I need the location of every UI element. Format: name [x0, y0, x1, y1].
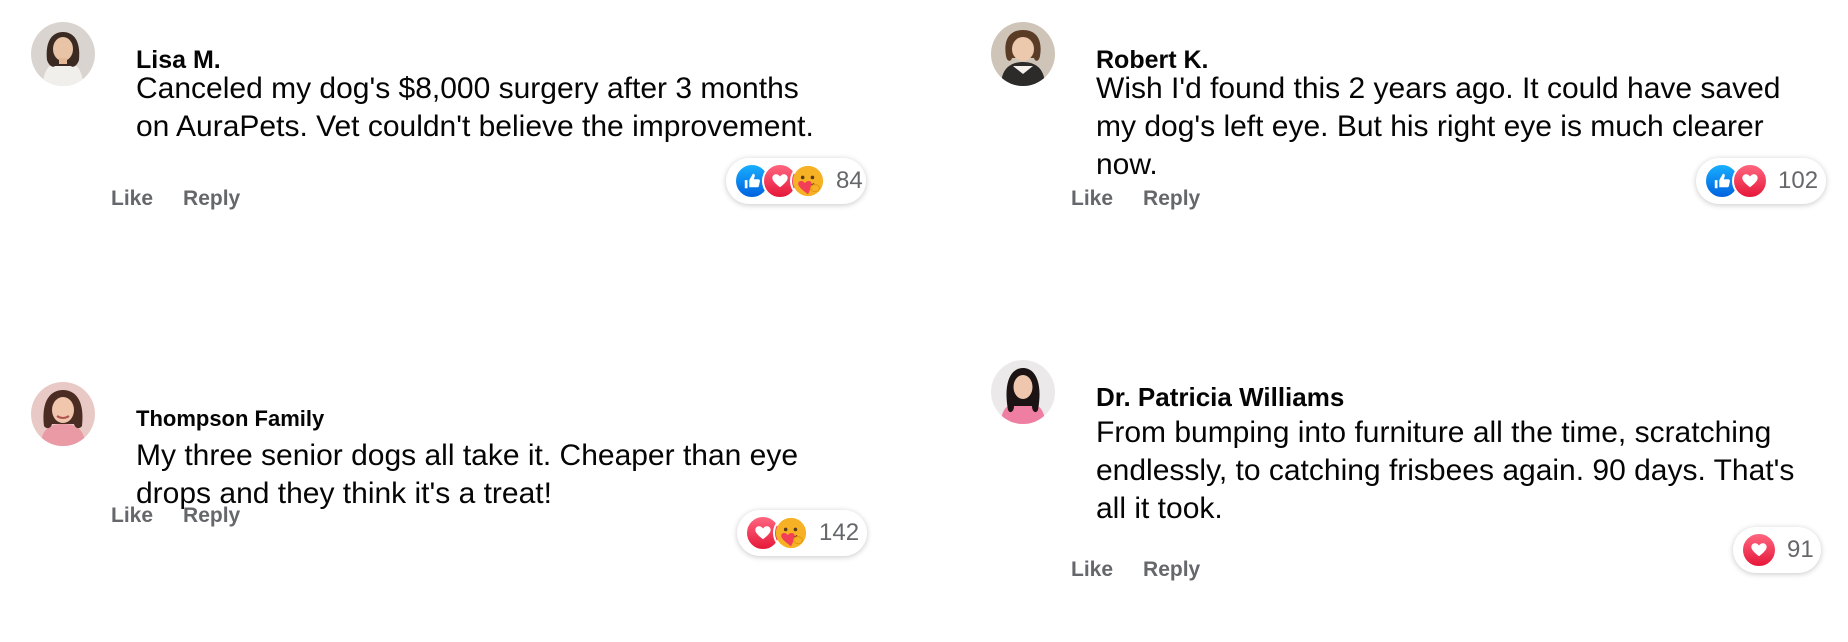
comment-thompson: Thompson Family My three senior dogs all…	[31, 382, 871, 642]
reaction-count: 91	[1787, 536, 1814, 563]
comment-text: Canceled my dog's $8,000 surgery after 3…	[136, 72, 814, 143]
reaction-icons	[734, 163, 826, 199]
comment-actions: Like Reply	[1071, 187, 1200, 211]
comment-text: My three senior dogs all take it. Cheape…	[136, 439, 799, 510]
reply-button[interactable]: Reply	[183, 187, 240, 211]
reaction-icons	[1741, 532, 1777, 568]
reaction-summary[interactable]: 102	[1696, 158, 1826, 204]
care-reaction-icon	[790, 163, 826, 199]
love-reaction-icon	[1741, 532, 1777, 568]
avatar[interactable]	[991, 360, 1055, 424]
like-button[interactable]: Like	[111, 187, 153, 211]
reaction-summary[interactable]: 142	[737, 510, 867, 556]
reaction-count: 84	[836, 167, 863, 194]
comment-lisa: Lisa M. Canceled my dog's $8,000 surgery…	[31, 22, 871, 282]
comment-actions: Like Reply	[111, 187, 240, 211]
reply-button[interactable]: Reply	[1143, 187, 1200, 211]
reaction-icons	[745, 515, 809, 551]
reaction-count: 142	[819, 519, 860, 546]
comment-actions: Like Reply	[111, 504, 240, 528]
avatar[interactable]	[31, 382, 95, 446]
comment-text: From bumping into furniture all the time…	[1096, 416, 1795, 525]
care-reaction-icon	[773, 515, 809, 551]
reaction-icons	[1704, 163, 1768, 199]
love-reaction-icon	[1732, 163, 1768, 199]
like-button[interactable]: Like	[1071, 187, 1113, 211]
comment-patricia: Dr. Patricia Williams From bumping into …	[991, 360, 1831, 620]
reaction-summary[interactable]: 91	[1733, 527, 1821, 573]
comment-actions: Like Reply	[1071, 558, 1200, 582]
commenter-name[interactable]: Dr. Patricia Williams	[1096, 382, 1344, 413]
avatar[interactable]	[991, 22, 1055, 86]
reply-button[interactable]: Reply	[1143, 558, 1200, 582]
reaction-summary[interactable]: 84	[726, 158, 866, 204]
like-button[interactable]: Like	[1071, 558, 1113, 582]
like-button[interactable]: Like	[111, 504, 153, 528]
avatar[interactable]	[31, 22, 95, 86]
reaction-count: 102	[1778, 167, 1819, 194]
commenter-name[interactable]: Thompson Family	[136, 406, 324, 432]
comment-robert: Robert K. Wish I'd found this 2 years ag…	[991, 22, 1831, 282]
reply-button[interactable]: Reply	[183, 504, 240, 528]
